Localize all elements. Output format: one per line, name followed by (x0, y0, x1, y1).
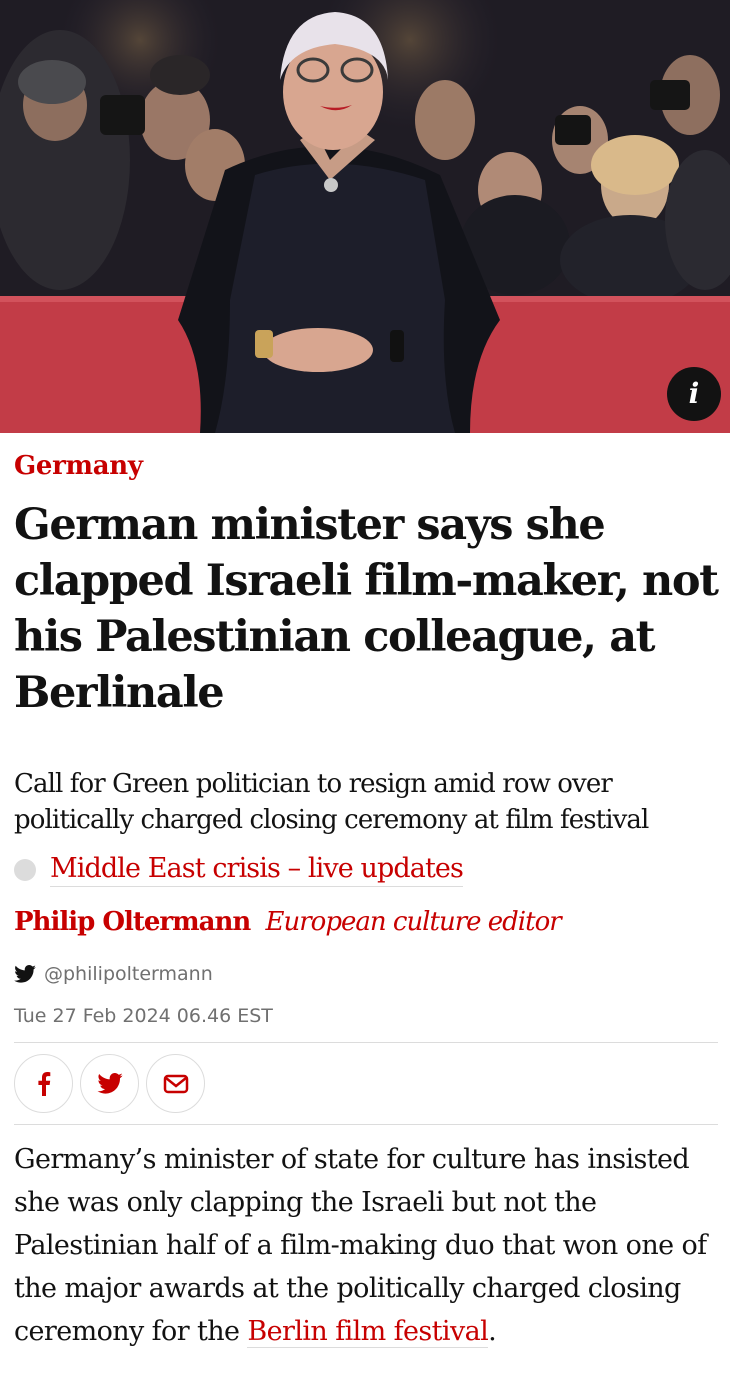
divider-top (14, 1042, 718, 1043)
live-updates-row: Middle East crisis – live updates (14, 850, 464, 890)
body-end: . (488, 1316, 497, 1347)
facebook-icon (37, 1071, 50, 1096)
share-facebook-button[interactable] (14, 1054, 73, 1113)
article-headline: German minister says she clapped Israeli… (14, 500, 719, 718)
article-standfirst: Call for Green politician to resign amid… (14, 769, 649, 835)
section-kicker[interactable]: Germany (14, 451, 143, 481)
divider-bottom (14, 1124, 718, 1125)
twitter-handle: @philipoltermann (44, 963, 213, 985)
author-twitter[interactable]: @philipoltermann (14, 960, 213, 988)
share-bar (14, 1054, 212, 1113)
share-twitter-button[interactable] (80, 1054, 139, 1113)
article-body-paragraph: Germany’s minister of state for culture … (14, 1138, 720, 1353)
author-role: European culture editor (265, 907, 562, 937)
hero-image: i (0, 0, 730, 433)
berlin-film-festival-link[interactable]: Berlin film festival (247, 1316, 489, 1348)
publish-date: Tue 27 Feb 2024 06.46 EST (14, 1005, 273, 1027)
email-icon (163, 1074, 188, 1093)
byline: Philip Oltermann European culture editor (14, 907, 562, 937)
hero-photo (0, 0, 730, 433)
twitter-icon (96, 1073, 123, 1094)
live-dot-icon (14, 859, 36, 881)
image-info-button[interactable]: i (667, 367, 721, 421)
author-name-link[interactable]: Philip Oltermann (14, 907, 251, 937)
live-updates-link[interactable]: Middle East crisis – live updates (50, 853, 464, 887)
twitter-bird-icon (14, 965, 36, 983)
share-email-button[interactable] (146, 1054, 205, 1113)
